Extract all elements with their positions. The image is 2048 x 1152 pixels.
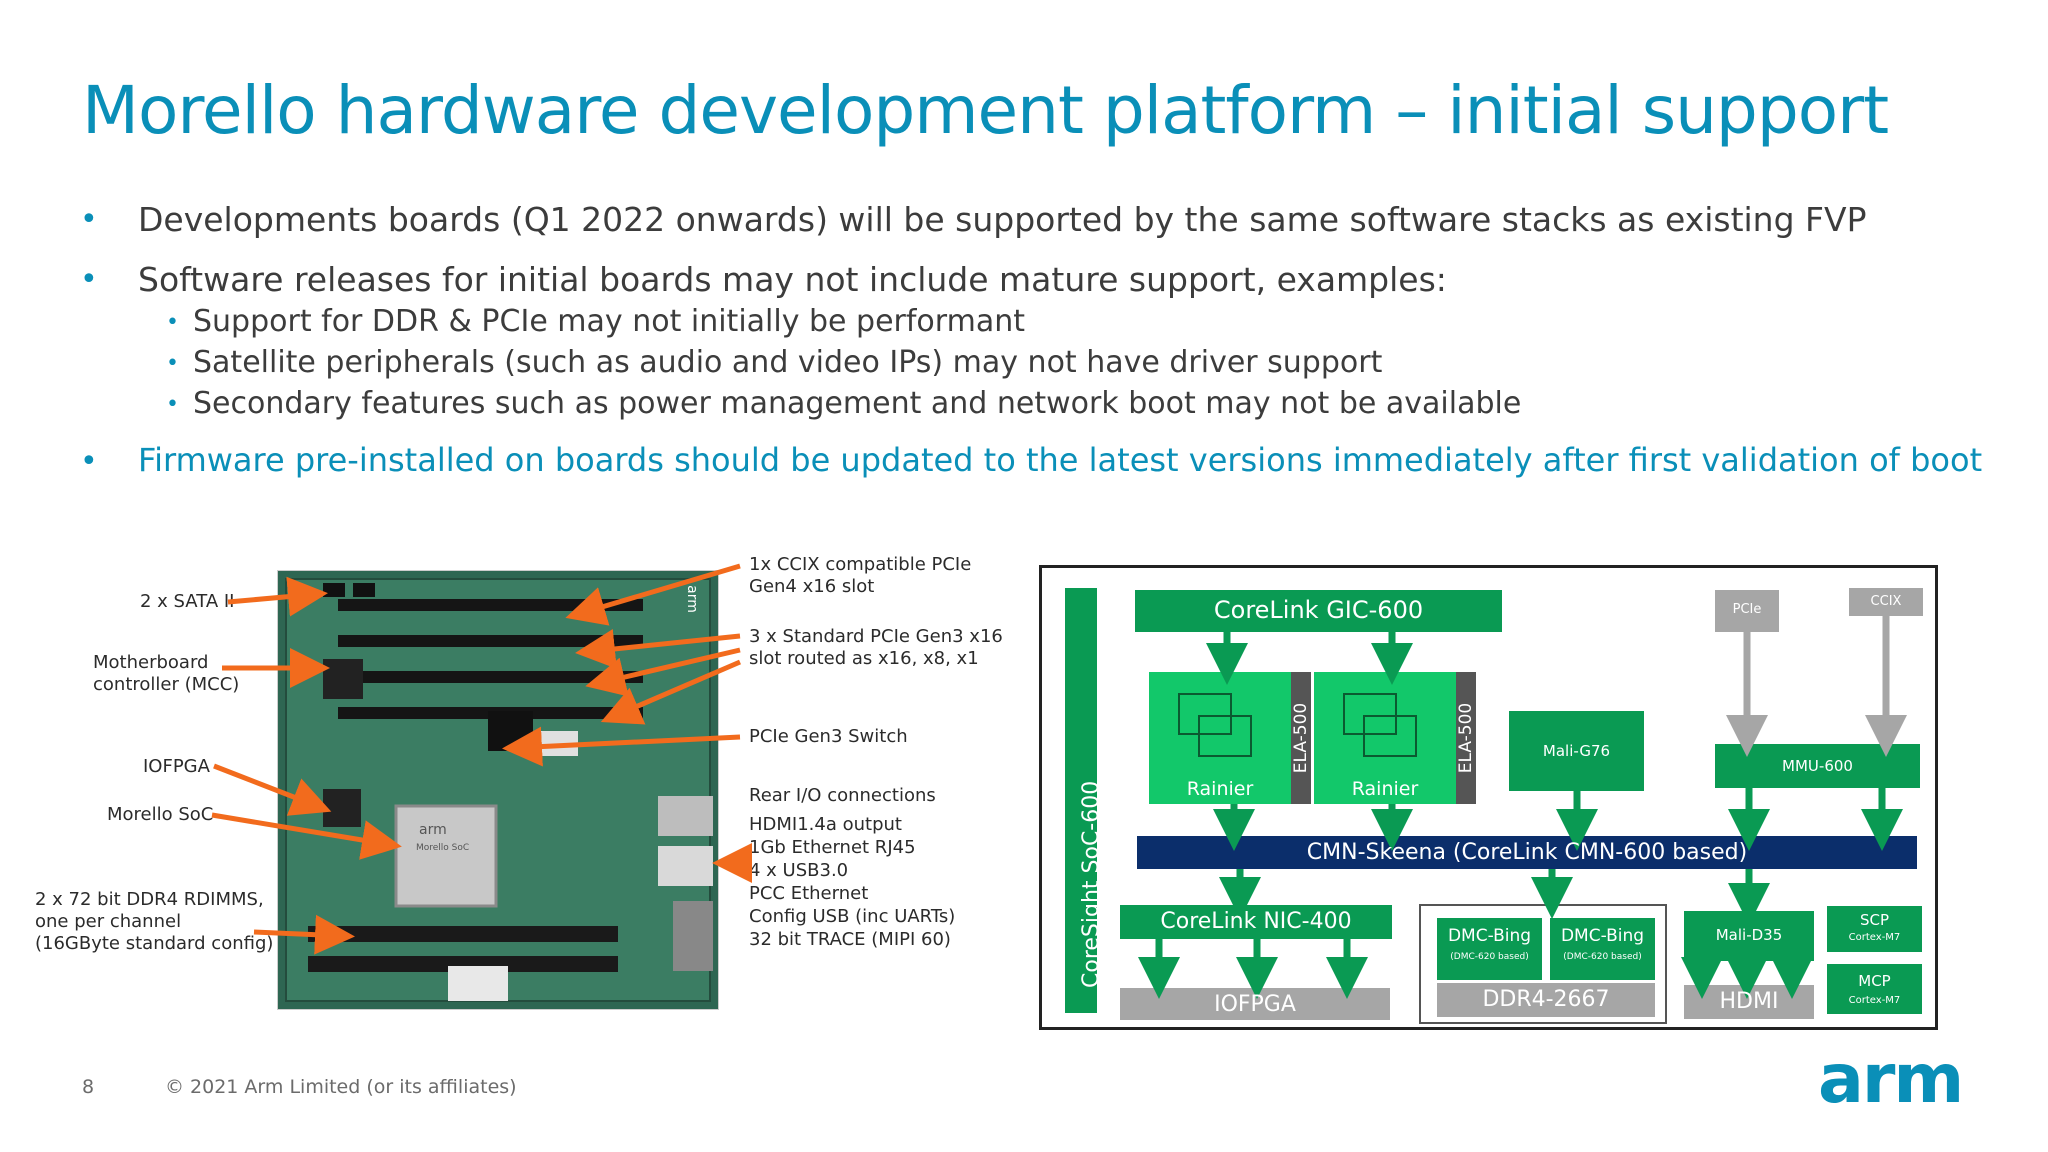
arrow-pcie-3	[600, 659, 741, 725]
dmc-sub-2: (DMC-620 based)	[1563, 952, 1642, 962]
callout-arrows	[211, 563, 752, 955]
arrow-soc	[211, 812, 402, 860]
dmc-label-1: DMC-Bing	[1447, 926, 1532, 946]
ela-label-1: ELA-500	[1291, 702, 1311, 774]
mmu-label: MMU-600	[1782, 757, 1853, 775]
copyright: © 2021 Arm Limited (or its affiliates)	[165, 1076, 517, 1098]
ela-label-2: ELA-500	[1456, 702, 1476, 774]
arrow-pcie-1	[575, 629, 741, 669]
coresight-label: CoreSight SoC-600	[1079, 780, 1104, 988]
mcp-label: MCP	[1858, 972, 1891, 990]
mcp-cortex-label: Cortex-M7	[1848, 995, 1901, 1006]
dmc-sub-1: (DMC-620 based)	[1450, 952, 1529, 962]
arrow-ddr	[253, 914, 355, 955]
block-diagram: CoreSight SoC-600 CoreLink GIC-600 PCIe …	[1039, 565, 1938, 1030]
mali-d35-label: Mali-D35	[1715, 926, 1783, 944]
arrow-ccix	[565, 563, 741, 626]
dmc-label-2: DMC-Bing	[1560, 926, 1645, 946]
mali-g76-label: Mali-G76	[1542, 742, 1611, 760]
arrow-iofpga	[213, 763, 332, 816]
page-number: 8	[82, 1076, 95, 1098]
scp-label: SCP	[1859, 911, 1890, 929]
pcie-label: PCIe	[1732, 602, 1762, 617]
cmn-label: CMN-Skeena (CoreLink CMN-600 based)	[1306, 840, 1748, 865]
arrow-switch	[502, 726, 741, 767]
nic-label: CoreLink NIC-400	[1160, 909, 1352, 934]
gic-label: CoreLink GIC-600	[1213, 596, 1424, 624]
ccix-label: CCIX	[1870, 594, 1902, 609]
arrow-sata	[227, 576, 328, 617]
rainier-label-1: Rainier	[1186, 778, 1254, 800]
iofpga-label: IOFPGA	[1214, 992, 1296, 1017]
ddr-label: DDR4-2667	[1482, 987, 1610, 1012]
hdmi-label: HDMI	[1719, 989, 1779, 1014]
rainier-label-2: Rainier	[1351, 778, 1419, 800]
scp-cortex-label: Cortex-M7	[1848, 932, 1901, 943]
arm-logo: arm	[1818, 1040, 1964, 1119]
arrow-pcie-2	[585, 647, 741, 697]
